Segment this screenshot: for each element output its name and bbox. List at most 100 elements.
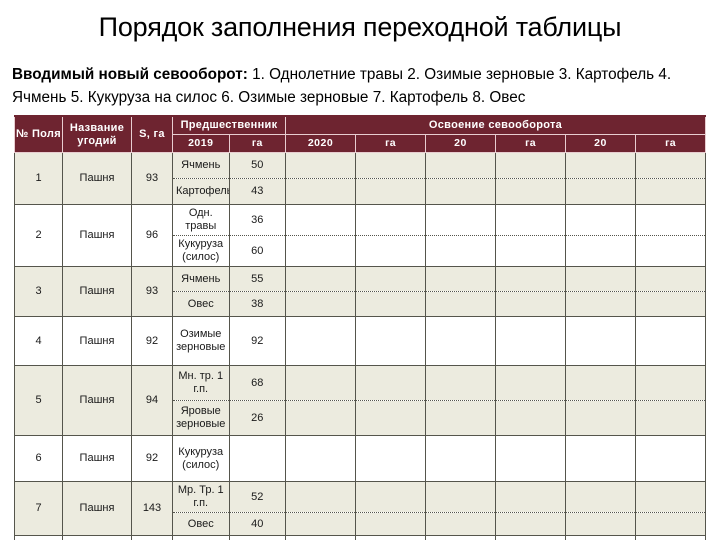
cell-rotation-3-ga bbox=[495, 365, 566, 401]
cell-rotation-3-ga bbox=[495, 291, 566, 317]
cell-rotation-2020-crop bbox=[285, 152, 356, 179]
cell-rotation-2020-crop bbox=[285, 400, 356, 436]
cell-rotation-2020-crop bbox=[285, 512, 356, 536]
cell-rotation-2020-crop bbox=[285, 435, 356, 482]
cell-area: 96 bbox=[131, 204, 173, 267]
cell-rotation-4-crop bbox=[565, 535, 636, 540]
cell-land-name: Пашня bbox=[62, 316, 132, 366]
cell-predecessor-crop: Кукуруза (силос) bbox=[172, 235, 230, 267]
cell-rotation-4-crop bbox=[565, 291, 636, 317]
header-land-name: Название угодий bbox=[62, 115, 132, 153]
cell-rotation-4-ga bbox=[635, 481, 706, 513]
header-year-4: 20 bbox=[565, 134, 636, 153]
cell-predecessor-crop: Мр. Тр. 1 г.п. bbox=[172, 481, 230, 513]
cell-predecessor-crop: Ячмень bbox=[172, 152, 230, 179]
cell-rotation-2020-crop bbox=[285, 316, 356, 366]
table-row: 6 Пашня 92 Кукуруза (силос) bbox=[14, 435, 706, 482]
cell-land-name: Пашня bbox=[62, 535, 132, 540]
cell-rotation-2020-ga bbox=[355, 435, 426, 482]
cell-rotation-3-crop bbox=[425, 266, 496, 292]
cell-rotation-3-crop bbox=[425, 291, 496, 317]
cell-land-name: Пашня bbox=[62, 266, 132, 317]
cell-rotation-4-ga bbox=[635, 235, 706, 267]
cell-rotation-3-crop bbox=[425, 481, 496, 513]
cell-field-number: 4 bbox=[14, 316, 63, 366]
header-area: S, га bbox=[131, 115, 173, 153]
cell-predecessor-crop: Озимые зерновые bbox=[172, 535, 230, 540]
cell-rotation-4-ga bbox=[635, 291, 706, 317]
cell-rotation-3-crop bbox=[425, 400, 496, 436]
header-year-2020: 2020 bbox=[285, 134, 356, 153]
cell-rotation-2020-ga bbox=[355, 316, 426, 366]
cell-predecessor-ga: 52 bbox=[228, 481, 286, 513]
table-row: 7 Пашня 143 Мр. Тр. 1 г.п. 52 bbox=[14, 481, 706, 536]
cell-rotation-2020-crop bbox=[285, 291, 356, 317]
cell-rotation-2020-crop bbox=[285, 365, 356, 401]
header-year-2019: 2019 bbox=[172, 134, 230, 153]
cell-rotation-3-crop bbox=[425, 512, 496, 536]
cell-predecessor-crop: Одн. травы bbox=[172, 204, 230, 236]
table-row: 1 Пашня 93 Ячмень 50 bbox=[14, 152, 706, 205]
cell-rotation-2020-ga bbox=[355, 535, 426, 540]
cell-rotation-3-crop bbox=[425, 204, 496, 236]
cell-rotation-4-crop bbox=[565, 152, 636, 179]
cell-rotation-4-ga bbox=[635, 178, 706, 205]
cell-rotation-2020-ga bbox=[355, 365, 426, 401]
header-ga-3: га bbox=[495, 134, 566, 153]
cell-rotation-4-ga bbox=[635, 316, 706, 366]
table-row: 3 Пашня 93 Ячмень 55 bbox=[14, 266, 706, 317]
cell-rotation-3-ga bbox=[495, 266, 566, 292]
header-year-3: 20 bbox=[425, 134, 496, 153]
cell-rotation-3-ga bbox=[495, 535, 566, 540]
cell-rotation-2020-ga bbox=[355, 235, 426, 267]
cell-land-name: Пашня bbox=[62, 152, 132, 205]
cell-rotation-3-crop bbox=[425, 535, 496, 540]
cell-predecessor-crop: Яровые зерновые bbox=[172, 400, 230, 436]
table-header: № Поля Название угодий S, га Предшествен… bbox=[14, 115, 706, 153]
cell-land-name: Пашня bbox=[62, 435, 132, 482]
cell-rotation-3-ga bbox=[495, 481, 566, 513]
cell-area: 92 bbox=[131, 435, 173, 482]
cell-rotation-4-crop bbox=[565, 481, 636, 513]
cell-rotation-4-crop bbox=[565, 204, 636, 236]
cell-predecessor-ga: 43 bbox=[228, 178, 286, 205]
cell-field-number: 7 bbox=[14, 481, 63, 536]
cell-field-number: 6 bbox=[14, 435, 63, 482]
cell-rotation-2020-crop bbox=[285, 266, 356, 292]
cell-field-number: 1 bbox=[14, 152, 63, 205]
cell-rotation-4-ga bbox=[635, 435, 706, 482]
cell-rotation-2020-crop bbox=[285, 204, 356, 236]
header-group-rotation: Освоение севооборота bbox=[285, 115, 706, 135]
cell-predecessor-ga: 92 bbox=[228, 316, 286, 366]
cell-rotation-2020-ga bbox=[355, 400, 426, 436]
cell-predecessor-ga: 38 bbox=[228, 291, 286, 317]
header-ga-4: га bbox=[635, 134, 706, 153]
cell-rotation-2020-ga bbox=[355, 512, 426, 536]
cell-rotation-4-ga bbox=[635, 266, 706, 292]
cell-rotation-4-ga bbox=[635, 400, 706, 436]
cell-rotation-4-ga bbox=[635, 535, 706, 540]
cell-rotation-2020-ga bbox=[355, 152, 426, 179]
cell-predecessor-ga: 26 bbox=[228, 400, 286, 436]
cell-predecessor-crop: Ячмень bbox=[172, 266, 230, 292]
header-ga-2019: га bbox=[228, 134, 286, 153]
cell-rotation-3-ga bbox=[495, 178, 566, 205]
intro-paragraph: Вводимый новый севооборот: 1. Однолетние… bbox=[12, 64, 712, 109]
cell-rotation-4-ga bbox=[635, 365, 706, 401]
cell-rotation-2020-ga bbox=[355, 481, 426, 513]
crop-rotation-table-wrapper: № Поля Название угодий S, га Предшествен… bbox=[14, 115, 706, 540]
table-row: 8Пашня92Озимые зерновые92 bbox=[14, 535, 706, 540]
cell-rotation-3-crop bbox=[425, 435, 496, 482]
cell-rotation-3-ga bbox=[495, 316, 566, 366]
cell-rotation-2020-ga bbox=[355, 291, 426, 317]
cell-rotation-2020-crop bbox=[285, 235, 356, 267]
cell-area: 93 bbox=[131, 266, 173, 317]
cell-area: 92 bbox=[131, 535, 173, 540]
cell-predecessor-ga: 92 bbox=[228, 535, 286, 540]
cell-rotation-3-ga bbox=[495, 400, 566, 436]
cell-rotation-4-ga bbox=[635, 152, 706, 179]
cell-field-number: 2 bbox=[14, 204, 63, 267]
cell-field-number: 5 bbox=[14, 365, 63, 436]
cell-rotation-4-ga bbox=[635, 204, 706, 236]
cell-field-number: 8 bbox=[14, 535, 63, 540]
